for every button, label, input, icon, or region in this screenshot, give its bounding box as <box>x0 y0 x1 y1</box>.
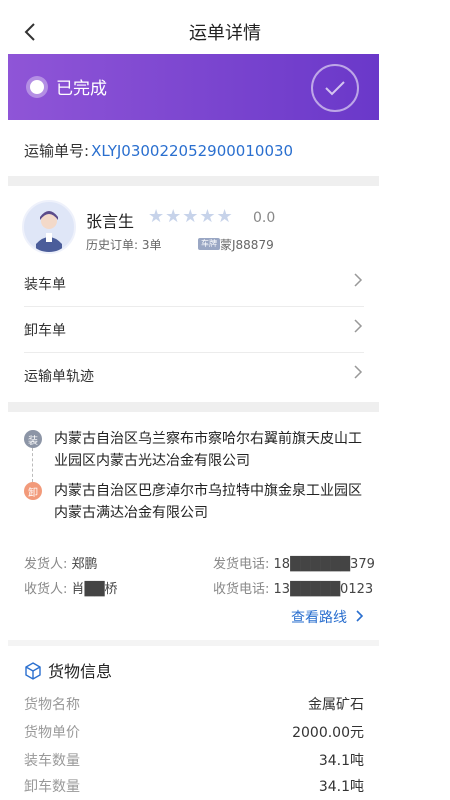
check-circle-icon <box>311 64 359 112</box>
driver-name: 张言生 <box>86 212 135 231</box>
load-point-icon: 装 <box>24 430 42 448</box>
shipper-label: 发货人: <box>24 557 68 572</box>
avatar <box>22 200 76 254</box>
status-text: 已完成 <box>56 79 107 99</box>
menu-item-label: 装车单 <box>24 277 66 293</box>
section-divider <box>8 640 379 646</box>
chevron-left-icon <box>24 23 35 41</box>
plate-badge: 车牌 <box>198 238 220 250</box>
cargo-key: 货物名称 <box>24 697 80 713</box>
top-bar: 运单详情 <box>0 10 450 54</box>
chevron-right-icon <box>356 610 364 622</box>
section-divider <box>8 176 379 186</box>
cargo-row: 货物单价 2000.00元 <box>24 718 364 746</box>
view-route-link[interactable]: 查看路线 <box>291 607 365 627</box>
shipper-phone-value: 18██████379 <box>273 557 375 572</box>
order-number: XLYJ030022052900010030 <box>91 142 294 160</box>
shipper-phone-label: 发货电话: <box>213 557 270 572</box>
cargo-value: 34.1吨 <box>318 779 364 795</box>
receiver-name: 肖██桥 <box>71 582 118 597</box>
cargo-value: 34.1吨 <box>318 753 364 769</box>
unload-address: 内蒙古自治区巴彦淖尔市乌拉特中旗金泉工业园区内蒙古满达冶金有限公司 <box>54 483 362 521</box>
receiver: 收货人: 肖██桥 <box>24 578 118 597</box>
history-orders: 历史订单: 3单 <box>86 238 162 252</box>
rating-stars: ★★★★★ <box>148 206 234 227</box>
receiver-label: 收货人: <box>24 582 68 597</box>
cargo-row: 卸车数量 34.1吨 <box>24 772 364 800</box>
avatar-icon <box>36 211 62 252</box>
status-dot-icon <box>30 80 44 94</box>
cargo-section-header: 货物信息 <box>24 658 112 682</box>
section-divider <box>8 402 379 412</box>
receiver-phone: 收货电话: 13█████0123 <box>213 578 373 597</box>
page-title: 运单详情 <box>189 23 261 44</box>
back-button[interactable] <box>18 20 42 44</box>
view-route-label: 查看路线 <box>291 610 347 626</box>
chevron-right-icon <box>354 273 363 287</box>
status-banner: 已完成 <box>8 54 379 120</box>
cargo-title: 货物信息 <box>48 662 113 681</box>
cargo-row: 货物名称 金属矿石 <box>24 690 364 718</box>
cargo-key: 卸车数量 <box>24 779 80 795</box>
menu-item-loading-slip[interactable]: 装车单 <box>24 260 364 307</box>
load-address: 内蒙古自治区乌兰察布市察哈尔右翼前旗天皮山工业园区内蒙古光达冶金有限公司 <box>54 431 362 469</box>
plate-number: 蒙J88879 <box>220 238 274 252</box>
shipper-phone: 发货电话: 18██████379 <box>213 553 375 572</box>
driver-card: 张言生 ★★★★★ 0.0 历史订单: 3单 车牌 蒙J88879 <box>22 200 372 260</box>
cube-icon <box>25 662 41 680</box>
cargo-value: 2000.00元 <box>292 725 364 741</box>
chevron-right-icon <box>354 365 363 379</box>
order-number-row: 运输单号: XLYJ030022052900010030 <box>24 140 293 161</box>
menu-item-track[interactable]: 运输单轨迹 <box>24 352 364 398</box>
receiver-phone-value: 13█████0123 <box>273 582 374 597</box>
status-bar <box>0 0 450 10</box>
shipper-name: 郑鹏 <box>71 557 98 572</box>
menu-item-unloading-slip[interactable]: 卸车单 <box>24 306 364 353</box>
receiver-phone-label: 收货电话: <box>213 582 270 597</box>
cargo-value: 金属矿石 <box>308 697 364 713</box>
menu-item-label: 卸车单 <box>24 323 66 339</box>
order-number-label: 运输单号: <box>24 142 90 160</box>
menu-item-label: 运输单轨迹 <box>24 369 94 385</box>
unload-point-icon: 卸 <box>24 482 42 500</box>
shipper: 发货人: 郑鹏 <box>24 553 98 572</box>
chevron-right-icon <box>354 319 363 333</box>
cargo-key: 货物单价 <box>24 725 80 741</box>
route-connector <box>32 448 33 482</box>
cargo-key: 装车数量 <box>24 753 80 769</box>
rating-value: 0.0 <box>253 210 276 226</box>
cargo-row: 装车数量 34.1吨 <box>24 746 364 774</box>
